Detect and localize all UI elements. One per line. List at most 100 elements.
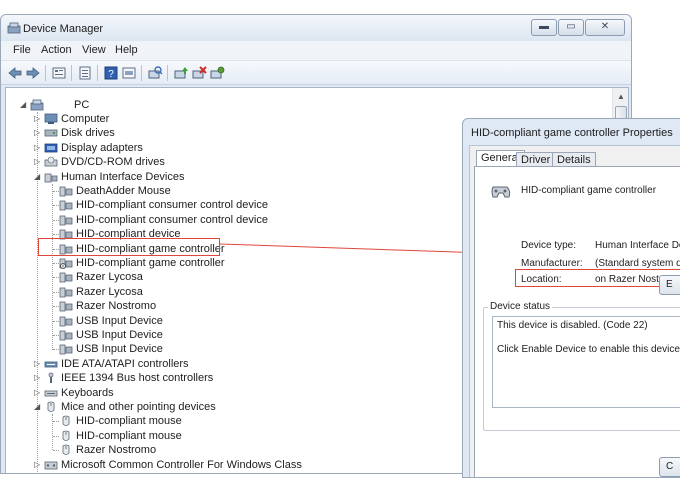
expanded-arrow-icon[interactable]: ◢ [34,400,42,414]
title-bar: Device Manager ▬ ▭ ✕ [1,15,631,41]
tree-item-label: HID-compliant game controller [76,257,225,269]
tree-item-label: HID-compliant consumer control device [76,213,268,226]
tree-item-label: Human Interface Devices [61,170,185,183]
toolbar-separator [167,65,168,81]
tree-guide-line [53,191,59,192]
expanded-arrow-icon[interactable]: ◢ [20,98,28,112]
collapsed-arrow-icon[interactable]: ▷ [34,112,42,126]
hid-device-icon [59,287,73,298]
collapsed-arrow-icon[interactable]: ▷ [34,141,42,155]
device-status-text[interactable]: This device is disabled. (Code 22) Click… [492,316,680,408]
device-type-label: Device type: [521,240,577,251]
tree-item-label: Microsoft Common Controller For Windows … [61,458,302,471]
enable-device-button[interactable]: E [659,275,680,295]
ide-controller-icon [44,361,58,368]
menu-bar: File Action View Help [1,41,631,61]
minimize-icon: ▬ [539,21,549,32]
tree-root-label: PC [74,99,90,111]
toolbar-separator [141,65,142,81]
tree-item-label: IEEE 1394 Bus host controllers [61,372,214,385]
tree-guide-line [53,234,59,236]
tree-item-label: Razer Lycosa [76,285,143,298]
properties-dialog: HID-compliant game controller Properties… [462,118,680,478]
hid-device-icon [59,301,73,312]
tree-item-label: Razer Nostromo [76,444,157,457]
tree-item-label: DeathAdder Mouse [76,185,171,197]
tree-item-label: Display adapters [61,141,143,154]
pc-icon [30,99,44,111]
disk-drive-icon [44,129,58,137]
display-adapter-icon [44,143,58,153]
help-icon[interactable]: ? [103,65,119,81]
forward-arrow-icon[interactable] [25,65,41,81]
device-status-legend: Device status [488,301,553,312]
toolbar-separator [45,65,46,81]
tree-guide-line [53,335,59,336]
collapsed-arrow-icon[interactable]: ▷ [34,386,42,400]
tree-item-label: Razer Nostromo [76,300,157,313]
menu-file[interactable]: File [11,43,33,57]
tree-guide-line [53,263,59,264]
dvd-drive-icon [44,156,58,167]
enable-device-icon[interactable] [209,65,225,81]
mouse-icon [62,415,70,427]
location-highlight [515,269,680,287]
menu-action[interactable]: Action [39,43,74,57]
firewire-icon [48,372,54,384]
uninstall-icon[interactable] [191,65,207,81]
window-title: Device Manager [23,23,104,35]
device-name: HID-compliant game controller [521,185,657,196]
tree-guide-line [52,414,53,450]
properties-view-icon[interactable] [51,65,67,81]
menu-help[interactable]: Help [113,43,140,57]
keyboard-icon [44,390,58,396]
maximize-button[interactable]: ▭ [558,19,584,36]
collapsed-arrow-icon[interactable]: ▷ [34,357,42,371]
close-icon: ✕ [600,21,610,32]
tree-guide-line [53,421,59,423]
hid-device-icon [59,186,73,197]
collapsed-arrow-icon[interactable]: ▷ [34,126,42,140]
hid-device-icon [59,200,73,211]
device-status-group: Device status This device is disabled. (… [483,301,680,431]
collapsed-arrow-icon[interactable]: ▷ [34,371,42,385]
tree-item-label: Razer Lycosa [76,271,143,284]
general-tab-panel: HID-compliant game controller Device typ… [474,166,680,477]
list-view-icon[interactable] [77,65,93,81]
tree-item-label: Disk drives [61,127,115,140]
tree-item-label: Keyboards [61,386,114,399]
tree-guide-line [53,291,59,293]
tree-guide-line [53,349,59,351]
maximize-icon: ▭ [566,21,576,32]
collapsed-arrow-icon[interactable]: ▷ [34,458,42,472]
toolbar: ? [1,61,631,85]
manufacturer-value: (Standard system devic [595,258,680,269]
scan-hardware-icon[interactable] [147,65,163,81]
ok-button[interactable]: C [659,457,680,477]
hid-device-disabled-icon [59,258,73,269]
scroll-up-icon[interactable]: ▲ [616,92,626,102]
device-manager-icon [7,22,21,34]
resources-view-icon[interactable] [121,65,137,81]
hid-device-icon [59,272,73,283]
game-controller-icon [491,186,511,198]
hid-device-icon [59,344,73,355]
minimize-button[interactable]: ▬ [531,19,557,36]
collapsed-arrow-icon[interactable]: ▷ [34,155,42,169]
update-driver-icon[interactable] [173,65,189,81]
tree-guide-line [53,219,59,221]
back-arrow-icon[interactable] [7,65,23,81]
tree-item-label: USB Input Device [76,314,163,327]
tree-item-label: Mice and other pointing devices [61,401,216,413]
tree-item-label: Computer [61,113,110,125]
hid-device-icon [59,215,73,226]
mouse-icon [47,401,55,412]
status-line-instruction: Click Enable Device to enable this devic… [497,344,680,355]
menu-view[interactable]: View [80,43,108,57]
tree-item-label: USB Input Device [76,329,163,341]
expanded-arrow-icon[interactable]: ◢ [34,170,42,184]
close-button[interactable]: ✕ [585,19,625,36]
tree-item-label: DVD/CD-ROM drives [61,156,165,169]
status-line-disabled: This device is disabled. (Code 22) [497,320,648,331]
mouse-icon [62,430,70,441]
